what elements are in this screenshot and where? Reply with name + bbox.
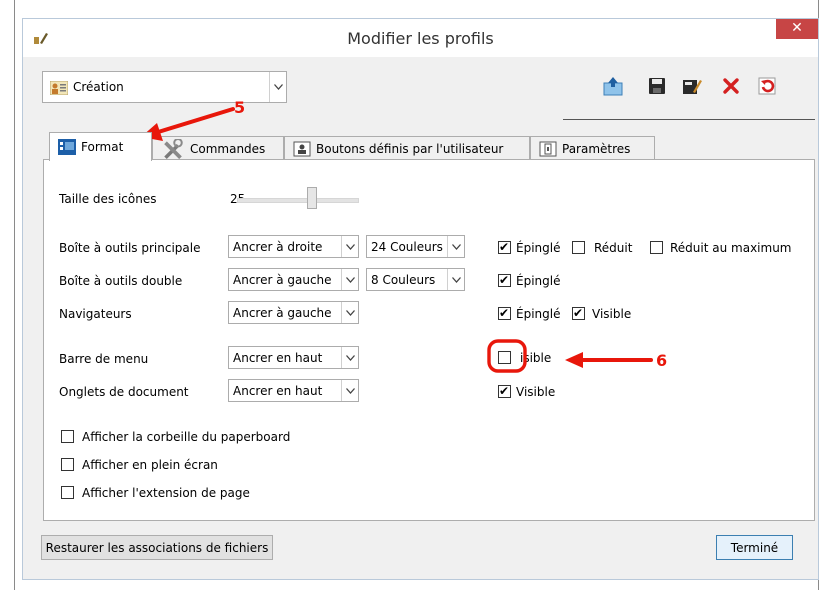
restore-associations-button[interactable]: Restaurer les associations de fichiers xyxy=(41,535,273,560)
chevron-down-icon[interactable] xyxy=(341,236,358,257)
profile-value: Création xyxy=(73,80,124,94)
icon-size-slider-track[interactable] xyxy=(237,198,359,203)
tab-label: Paramètres xyxy=(562,141,631,156)
tab-user-buttons[interactable]: Boutons définis par l'utilisateur xyxy=(284,136,530,160)
row-label: Boîte à outils double xyxy=(59,274,183,288)
option-label: Afficher la corbeille du paperboard xyxy=(82,430,291,444)
chevron-down-icon[interactable] xyxy=(447,236,464,257)
pinned-checkbox[interactable] xyxy=(498,239,511,255)
chevron-down-icon[interactable] xyxy=(341,347,358,368)
dock-value: Ancrer en haut xyxy=(233,383,323,398)
dock-select[interactable]: Ancrer en haut xyxy=(228,346,359,369)
profile-select[interactable]: Création xyxy=(42,71,287,103)
format-icon xyxy=(58,139,76,155)
chevron-down-icon[interactable] xyxy=(269,72,286,102)
tab-parametres[interactable]: Paramètres xyxy=(530,136,655,160)
settings-icon xyxy=(539,141,557,156)
dock-value: Ancrer à gauche xyxy=(233,305,332,320)
dock-value: Ancrer à droite xyxy=(233,239,323,254)
annotation-step-6: 6 xyxy=(656,351,668,370)
checkbox-label: Visible xyxy=(516,385,556,399)
option-checkbox[interactable] xyxy=(61,458,74,471)
dock-select[interactable]: Ancrer à droite xyxy=(228,235,359,258)
icon-size-slider-thumb[interactable] xyxy=(307,187,317,209)
edit-icon[interactable] xyxy=(682,76,702,96)
pinned-checkbox[interactable] xyxy=(498,305,511,321)
visible-checkbox[interactable] xyxy=(498,383,511,399)
option-checkbox[interactable] xyxy=(61,430,74,443)
row-label: Navigateurs xyxy=(59,307,132,321)
checkbox-label: Épinglé xyxy=(516,307,561,321)
color-depth-select[interactable]: 8 Couleurs xyxy=(366,268,465,291)
color-depth-value: 24 Couleurs xyxy=(371,239,443,254)
tab-label: Format xyxy=(81,140,124,154)
row-label: Boîte à outils principale xyxy=(59,241,201,255)
annotation-arrow-6 xyxy=(565,352,653,368)
color-depth-select[interactable]: 24 Couleurs xyxy=(366,235,465,258)
checkbox-label: Épinglé xyxy=(516,274,561,288)
close-button[interactable]: ✕ xyxy=(776,19,818,39)
dock-select[interactable]: Ancrer à gauche xyxy=(228,301,359,324)
option-checkbox[interactable] xyxy=(61,486,74,499)
dock-value: Ancrer en haut xyxy=(233,350,323,365)
icon-size-label: Taille des icônes xyxy=(59,192,157,206)
window-title: Modifier les profils xyxy=(347,29,494,48)
tab-label: Commandes xyxy=(190,141,266,156)
visible-checkbox[interactable] xyxy=(572,305,585,321)
checkbox-label: Réduit xyxy=(594,241,633,255)
option-label: Afficher en plein écran xyxy=(82,458,218,472)
refresh-icon[interactable] xyxy=(757,76,777,96)
profiles-dialog: Modifier les profils ✕ Création Format C… xyxy=(22,18,819,580)
checkbox-label: Épinglé xyxy=(516,241,561,255)
chevron-down-icon[interactable] xyxy=(341,302,358,323)
user-button-icon xyxy=(293,141,311,156)
done-button[interactable]: Terminé xyxy=(716,535,793,560)
chevron-down-icon[interactable] xyxy=(341,269,358,290)
tab-label: Boutons définis par l'utilisateur xyxy=(316,141,504,156)
export-icon[interactable] xyxy=(603,76,623,96)
reduced-checkbox[interactable] xyxy=(572,241,585,254)
dock-select[interactable]: Ancrer en haut xyxy=(228,379,359,402)
profile-icon xyxy=(50,81,68,95)
row-label: Onglets de document xyxy=(59,385,189,399)
chevron-down-icon[interactable] xyxy=(447,269,464,290)
delete-icon[interactable] xyxy=(721,76,741,96)
toolbar-divider xyxy=(563,119,815,120)
checkbox-label: Réduit au maximum xyxy=(670,241,792,255)
dock-value: Ancrer à gauche xyxy=(233,272,332,287)
row-label: Barre de menu xyxy=(59,352,149,366)
checkbox-label: Visible xyxy=(592,307,632,321)
annotation-circle-6 xyxy=(487,339,527,373)
option-label: Afficher l'extension de page xyxy=(82,486,250,500)
save-icon[interactable] xyxy=(647,76,667,96)
title-bar: Modifier les profils ✕ xyxy=(23,19,818,57)
dock-select[interactable]: Ancrer à gauche xyxy=(228,268,359,291)
color-depth-value: 8 Couleurs xyxy=(371,272,436,287)
max-reduced-checkbox[interactable] xyxy=(650,241,663,254)
tab-format[interactable]: Format xyxy=(49,132,152,161)
chevron-down-icon[interactable] xyxy=(341,380,358,401)
pinned-checkbox[interactable] xyxy=(498,272,511,288)
